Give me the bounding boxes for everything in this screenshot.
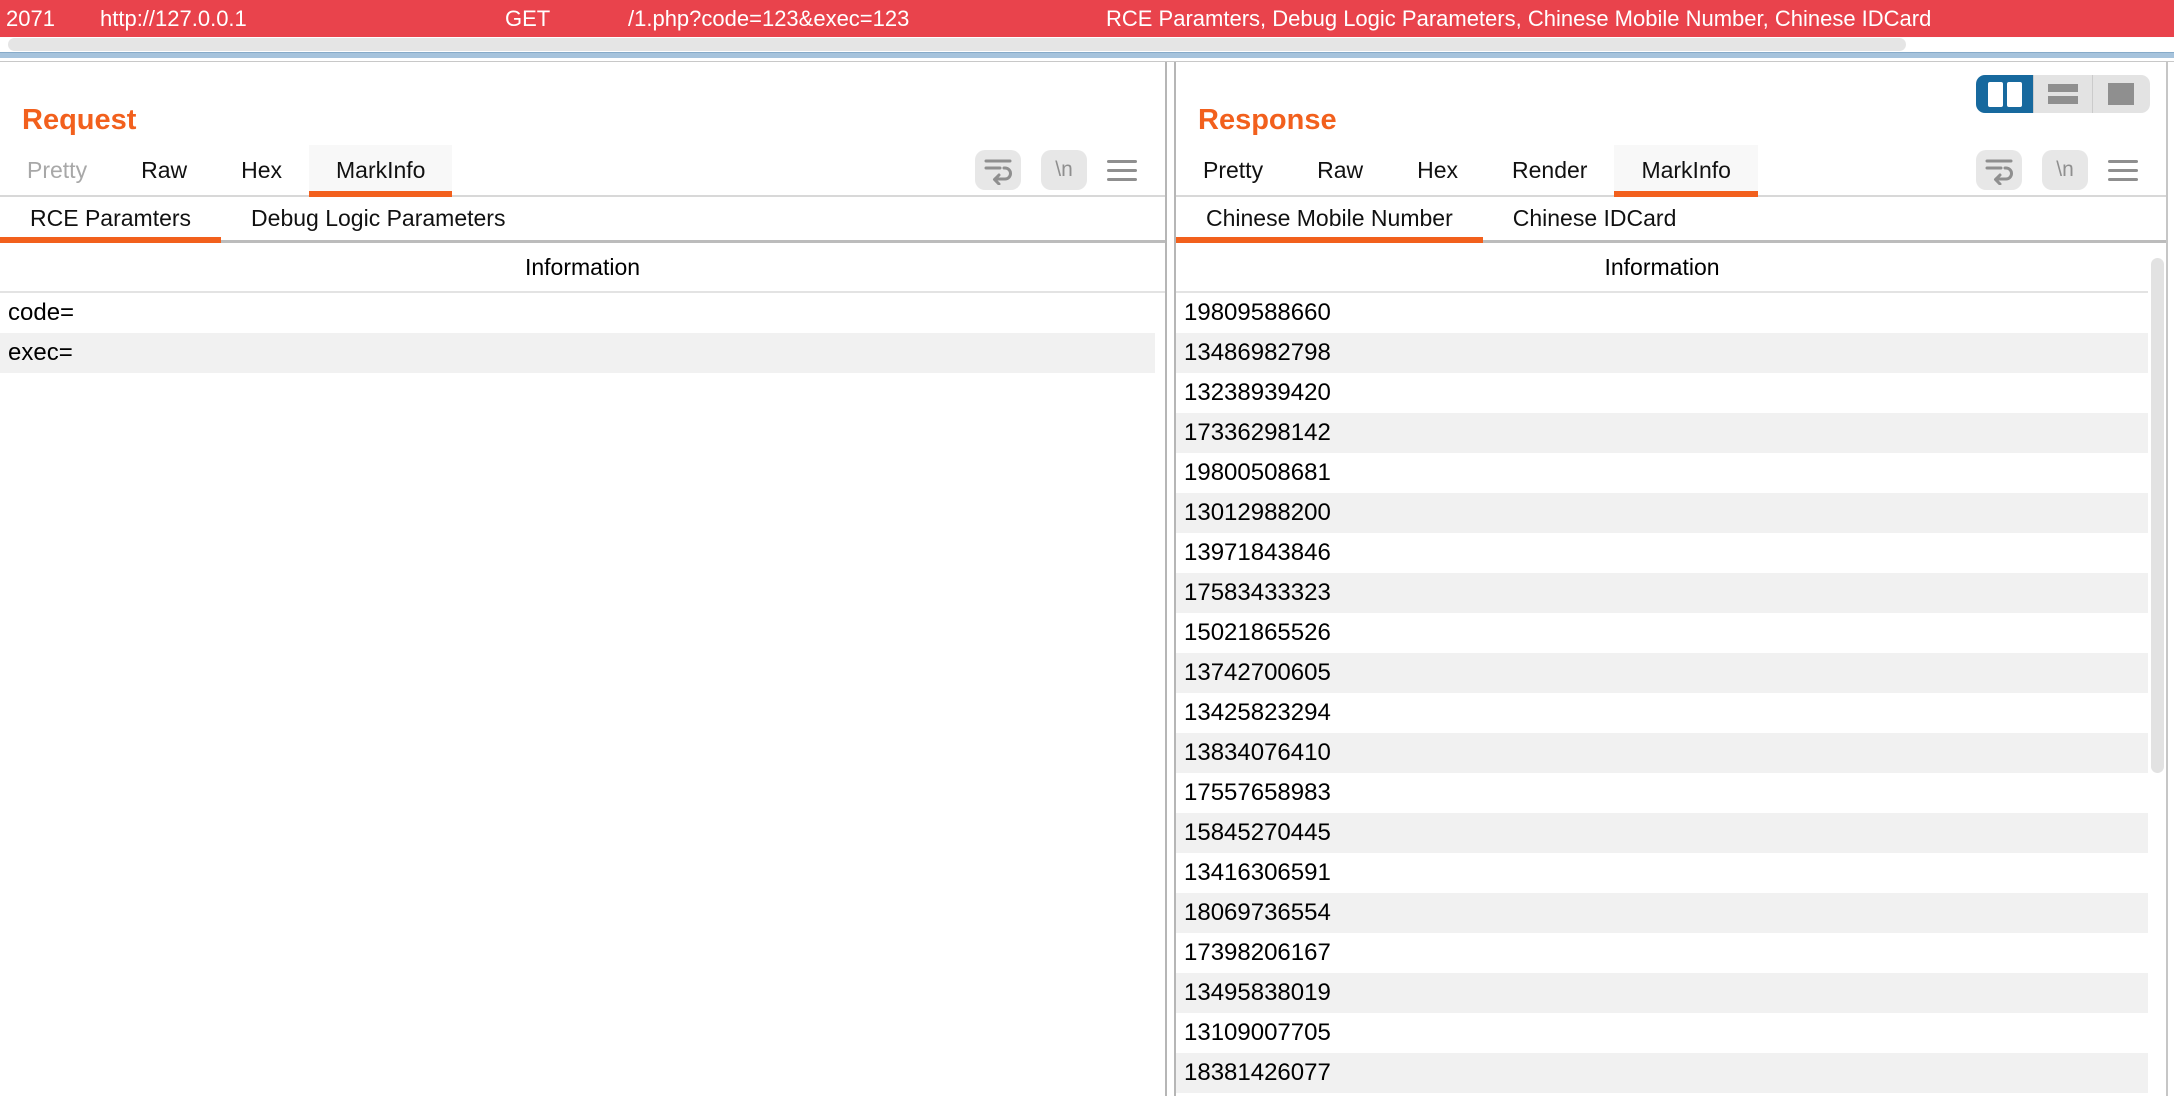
word-wrap-icon[interactable]	[975, 150, 1021, 190]
request-editor-icons: \n	[975, 145, 1137, 195]
request-id: 2071	[6, 6, 55, 31]
markinfo-screen: 2071 http://127.0.0.1 GET /1.php?code=12…	[0, 0, 2174, 1096]
request-information-header: Information	[0, 243, 1165, 293]
rows-layout-icon	[2047, 84, 2078, 104]
table-row[interactable]: 13416306591	[1176, 853, 2148, 893]
table-row[interactable]: 13742700605	[1176, 653, 2148, 693]
splitter-line	[0, 52, 2174, 58]
request-method: GET	[505, 6, 551, 31]
response-information-header: Information	[1176, 243, 2148, 293]
request-panel: Request Pretty Raw Hex MarkInfo \n RCE P…	[0, 62, 1167, 1096]
tab-response-pretty[interactable]: Pretty	[1176, 145, 1290, 195]
newline-icon[interactable]: \n	[2042, 150, 2088, 190]
table-row[interactable]: 17336298142	[1176, 413, 2148, 453]
request-marks: RCE Paramters, Debug Logic Parameters, C…	[1106, 6, 1932, 31]
layout-columns-button[interactable]	[1976, 75, 2034, 113]
subtab-chinese-mobile-number[interactable]: Chinese Mobile Number	[1176, 197, 1483, 243]
table-row[interactable]: 19809588660	[1176, 293, 2148, 333]
table-row[interactable]: exec=	[0, 333, 1155, 373]
single-layout-icon	[2108, 83, 2135, 105]
subtab-chinese-idcard[interactable]: Chinese IDCard	[1483, 197, 1707, 240]
table-row[interactable]: 19800508681	[1176, 453, 2148, 493]
table-row[interactable]: 15845270445	[1176, 813, 2148, 853]
response-information-table: 19809588660 13486982798 13238939420 1733629…	[1176, 293, 2148, 1093]
tab-response-markinfo[interactable]: MarkInfo	[1614, 145, 1759, 197]
table-row[interactable]: code=	[0, 293, 1155, 333]
proxy-history-row[interactable]: 2071 http://127.0.0.1 GET /1.php?code=12…	[0, 0, 2174, 37]
request-mark-tabs: RCE Paramters Debug Logic Parameters	[0, 197, 1165, 243]
response-tab-bar: Pretty Raw Hex Render MarkInfo \n	[1176, 145, 2166, 197]
table-row[interactable]: 13495838019	[1176, 973, 2148, 1013]
tab-request-markinfo[interactable]: MarkInfo	[309, 145, 453, 197]
response-editor-icons: \n	[1976, 145, 2138, 195]
layout-toggle-group	[1976, 75, 2150, 113]
horizontal-scrollbar[interactable]	[0, 37, 2174, 52]
menu-icon[interactable]	[2108, 159, 2138, 181]
table-row[interactable]: 13012988200	[1176, 493, 2148, 533]
tab-response-raw[interactable]: Raw	[1290, 145, 1390, 195]
word-wrap-icon[interactable]	[1976, 150, 2022, 190]
newline-icon[interactable]: \n	[1041, 150, 1087, 190]
table-row[interactable]: 17557658983	[1176, 773, 2148, 813]
vertical-scrollbar[interactable]	[2150, 246, 2165, 1094]
table-row[interactable]: 15021865526	[1176, 613, 2148, 653]
request-tab-bar: Pretty Raw Hex MarkInfo \n	[0, 145, 1165, 197]
layout-rows-button[interactable]	[2033, 75, 2092, 113]
subtab-rce-paramters[interactable]: RCE Paramters	[0, 197, 222, 243]
table-row[interactable]: 17398206167	[1176, 933, 2148, 973]
editor-area: Request Pretty Raw Hex MarkInfo \n RCE P…	[0, 61, 2174, 1096]
columns-layout-icon	[1987, 81, 2022, 107]
table-row[interactable]: 17583433323	[1176, 573, 2148, 613]
tab-response-render[interactable]: Render	[1485, 145, 1614, 195]
table-row[interactable]: 13486982798	[1176, 333, 2148, 373]
request-panel-title: Request	[22, 104, 137, 136]
menu-icon[interactable]	[1107, 159, 1137, 181]
tab-request-raw[interactable]: Raw	[114, 145, 214, 195]
response-panel: Response Pretty Raw Hex Render MarkInfo	[1174, 62, 2168, 1096]
table-row[interactable]: 13425823294	[1176, 693, 2148, 733]
subtab-debug-logic-parameters[interactable]: Debug Logic Parameters	[221, 197, 535, 240]
table-row[interactable]: 18381426077	[1176, 1053, 2148, 1093]
panel-divider[interactable]	[1167, 62, 1174, 1096]
table-row[interactable]: 13971843846	[1176, 533, 2148, 573]
table-row[interactable]: 18069736554	[1176, 893, 2148, 933]
request-path: /1.php?code=123&exec=123	[628, 6, 910, 31]
tab-request-pretty[interactable]: Pretty	[0, 145, 114, 195]
vertical-scrollbar-thumb[interactable]	[2151, 258, 2164, 773]
response-mark-tabs: Chinese Mobile Number Chinese IDCard	[1176, 197, 2166, 243]
request-url: http://127.0.0.1	[100, 6, 247, 31]
tab-response-hex[interactable]: Hex	[1390, 145, 1485, 195]
table-row[interactable]: 13238939420	[1176, 373, 2148, 413]
tab-request-hex[interactable]: Hex	[214, 145, 309, 195]
table-row[interactable]: 13834076410	[1176, 733, 2148, 773]
layout-single-button[interactable]	[2091, 75, 2150, 113]
horizontal-scrollbar-thumb[interactable]	[8, 38, 1906, 51]
request-information-table: code= exec=	[0, 293, 1155, 373]
table-row[interactable]: 13109007705	[1176, 1013, 2148, 1053]
